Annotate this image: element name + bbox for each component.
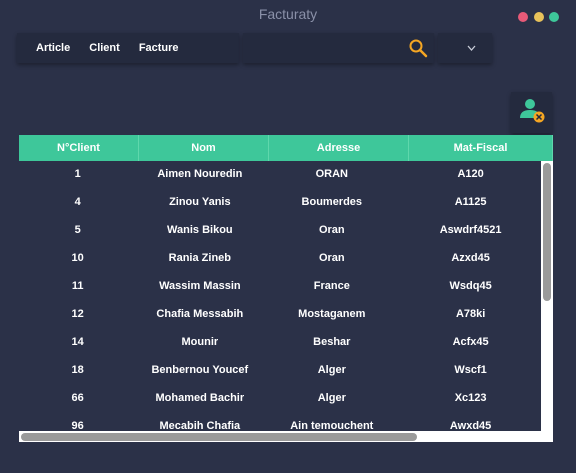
- table-row[interactable]: 66 Mohamed Bachir Alger Xc123: [19, 385, 541, 413]
- cell-fiscal-id: Azxd45: [451, 252, 490, 264]
- cell-client-number: 4: [74, 196, 81, 208]
- maximize-window-button[interactable]: [549, 12, 559, 22]
- cell-client-number: 14: [71, 336, 84, 348]
- cell-name: Zinou Yanis: [169, 196, 231, 208]
- cell-client-number: 12: [71, 308, 84, 320]
- cell-fiscal-id: A1125: [454, 196, 487, 208]
- table-row[interactable]: 1 Aimen Nouredin ORAN A120: [19, 161, 541, 189]
- cell-address: Alger: [317, 392, 346, 404]
- minimize-window-button[interactable]: [534, 12, 544, 22]
- cell-name: Rania Zineb: [168, 252, 231, 264]
- horizontal-scroll-thumb[interactable]: [21, 433, 417, 441]
- options-dropdown[interactable]: [438, 33, 492, 63]
- cell-name: Chafia Messabih: [156, 308, 244, 320]
- cell-address: Oran: [318, 224, 345, 236]
- cell-address: Boumerdes: [301, 196, 363, 208]
- vertical-scrollbar[interactable]: [541, 161, 553, 433]
- cell-fiscal-id: A120: [457, 168, 484, 180]
- search-input[interactable]: [249, 39, 403, 59]
- vertical-scroll-thumb[interactable]: [543, 163, 551, 301]
- cell-address: Mostaganem: [298, 308, 366, 320]
- table-row[interactable]: 18 Benbernou Youcef Alger Wscf1: [19, 357, 541, 385]
- menu-item-facture[interactable]: Facture: [139, 42, 179, 54]
- cell-name: Wanis Bikou: [167, 224, 233, 236]
- cell-address: ORAN: [315, 168, 348, 180]
- table-body: 1 Aimen Nouredin ORAN A120 4 Zinou Yanis…: [19, 161, 541, 441]
- cell-fiscal-id: Wscf1: [454, 364, 487, 376]
- remove-client-button[interactable]: [511, 92, 552, 133]
- user-remove-icon: [520, 99, 545, 123]
- column-header-client-number[interactable]: N°Client: [19, 135, 139, 161]
- column-header-name[interactable]: Nom: [139, 135, 269, 161]
- table-row[interactable]: 10 Rania Zineb Oran Azxd45: [19, 245, 541, 273]
- cell-fiscal-id: Wsdq45: [449, 280, 492, 292]
- table-row[interactable]: 12 Chafia Messabih Mostaganem A78ki: [19, 301, 541, 329]
- cell-name: Mohamed Bachir: [155, 392, 245, 404]
- cell-fiscal-id: Xc123: [454, 392, 487, 404]
- cell-client-number: 66: [71, 392, 84, 404]
- column-header-address[interactable]: Adresse: [269, 135, 409, 161]
- search-icon[interactable]: [408, 38, 428, 58]
- cell-name: Wassim Massin: [159, 280, 241, 292]
- horizontal-scrollbar[interactable]: [19, 431, 553, 442]
- table-row[interactable]: 5 Wanis Bikou Oran Aswdrf4521: [19, 217, 541, 245]
- cell-client-number: 11: [71, 280, 84, 292]
- cell-address: Alger: [317, 364, 346, 376]
- table-row[interactable]: 11 Wassim Massin France Wsdq45: [19, 273, 541, 301]
- menu-bar: Article Client Facture: [17, 33, 239, 63]
- column-header-fiscal-id[interactable]: Mat-Fiscal: [409, 135, 553, 161]
- cell-name: Benbernou Youcef: [151, 364, 249, 376]
- cell-address: Beshar: [313, 336, 351, 348]
- cell-address: France: [313, 280, 350, 292]
- cell-fiscal-id: Acfx45: [452, 336, 489, 348]
- menu-item-article[interactable]: Article: [36, 42, 70, 54]
- table-header: N°Client Nom Adresse Mat-Fiscal: [19, 135, 553, 161]
- cell-name: Mounir: [181, 336, 219, 348]
- cell-address: Oran: [318, 252, 345, 264]
- chevron-down-icon: [467, 45, 476, 51]
- clients-table: N°Client Nom Adresse Mat-Fiscal 1 Aimen …: [19, 135, 553, 442]
- cell-client-number: 10: [71, 252, 84, 264]
- cell-name: Aimen Nouredin: [157, 168, 243, 180]
- cell-client-number: 5: [74, 224, 81, 236]
- menu-item-client[interactable]: Client: [89, 42, 120, 54]
- search-box: [243, 33, 434, 63]
- cell-client-number: 1: [74, 168, 81, 180]
- cell-client-number: 18: [71, 364, 84, 376]
- cell-fiscal-id: A78ki: [455, 308, 486, 320]
- cell-fiscal-id: Aswdrf4521: [439, 224, 502, 236]
- close-window-button[interactable]: [518, 12, 528, 22]
- table-row[interactable]: 4 Zinou Yanis Boumerdes A1125: [19, 189, 541, 217]
- window-title: Facturaty: [258, 6, 318, 22]
- table-row[interactable]: 14 Mounir Beshar Acfx45: [19, 329, 541, 357]
